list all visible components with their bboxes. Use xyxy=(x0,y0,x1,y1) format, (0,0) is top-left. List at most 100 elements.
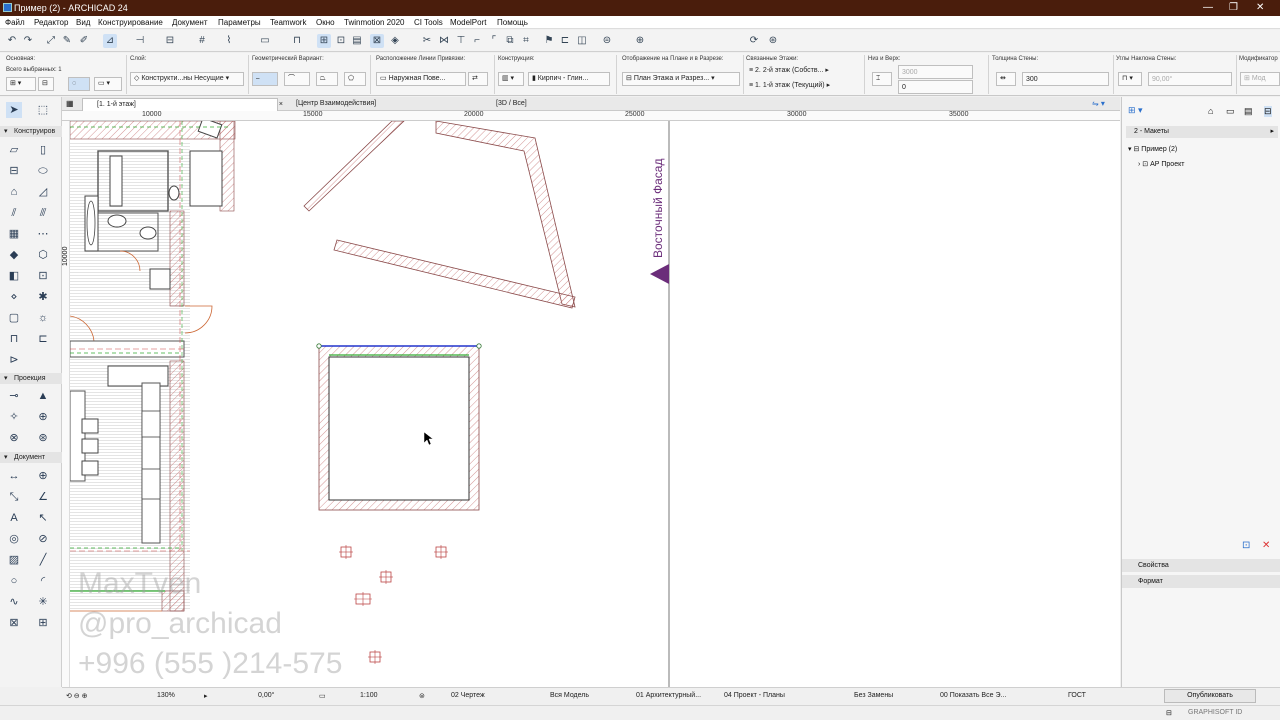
grid-snap-icon[interactable]: # xyxy=(195,34,209,48)
status-layout-icon[interactable]: ⊟ xyxy=(1166,709,1172,717)
trapezoid-geometry-button[interactable]: ⏢ xyxy=(316,72,338,86)
publish-button[interactable]: Опубликовать xyxy=(1164,689,1256,703)
camera-tool-icon[interactable]: ⊛ xyxy=(35,430,51,446)
lamp-tool-icon[interactable]: ☼ xyxy=(35,310,51,326)
hotspot-tool-icon[interactable]: ✳ xyxy=(35,594,51,610)
redo-icon[interactable]: ↷ xyxy=(21,34,35,48)
explode-icon[interactable]: ⌗ xyxy=(519,34,533,48)
intersect-icon[interactable]: ⌐ xyxy=(470,34,484,48)
polygon-geometry-button[interactable]: ⬠ xyxy=(344,72,366,86)
undo-icon[interactable]: ↶ xyxy=(5,34,19,48)
zoom-controls-icon[interactable]: ⟲ ⊖ ⊕ xyxy=(66,692,88,700)
publish-icon[interactable]: ⊜ xyxy=(600,34,614,48)
offset-icon[interactable]: ⧉ xyxy=(503,34,517,48)
3d-view-icon[interactable]: ◈ xyxy=(388,34,402,48)
angled-walls[interactable] xyxy=(303,121,576,309)
toolbox-section-design[interactable]: Конструиров xyxy=(0,126,62,137)
window-tool-icon[interactable]: ⊡ xyxy=(35,268,51,284)
lock-icon[interactable]: ⊓ xyxy=(290,34,304,48)
tab-3d-all[interactable]: [3D / Все] xyxy=(482,98,678,111)
mesh-tool-icon[interactable]: ⋯ xyxy=(35,226,51,242)
snap-guides-icon[interactable]: ⊣ xyxy=(133,34,147,48)
morph-tool-icon[interactable]: ◆ xyxy=(6,247,22,263)
dimension-tool-icon[interactable]: ↔ xyxy=(6,468,22,484)
section-tool-icon[interactable]: ⊸ xyxy=(6,388,22,404)
level-dimension-tool-icon[interactable]: ⊕ xyxy=(35,468,51,484)
curved-geometry-button[interactable]: ⌒ xyxy=(284,72,310,86)
scale-value[interactable]: 1:100 xyxy=(360,692,378,699)
column-tool-icon[interactable]: ▯ xyxy=(35,142,51,158)
fill-tool-icon[interactable]: ▨ xyxy=(6,552,22,568)
zoom-level[interactable]: 130% xyxy=(157,692,175,699)
pen-set-value[interactable]: 01 Архитектурный... xyxy=(636,692,701,699)
angle-dimension-tool-icon[interactable]: ∠ xyxy=(35,489,51,505)
menu-ci-tools[interactable]: CI Tools xyxy=(414,18,443,27)
slab-tool-icon[interactable]: ⬭ xyxy=(35,163,51,179)
wall-thickness-input[interactable] xyxy=(1022,72,1109,86)
wall-tool-settings-button[interactable]: ⊞ ▾ xyxy=(6,77,36,91)
flag-icon[interactable]: ⚑ xyxy=(542,34,556,48)
tree-root[interactable]: ▾ ⊟ Пример (2) xyxy=(1128,145,1177,153)
radial-dimension-tool-icon[interactable]: ⤡ xyxy=(6,489,22,505)
worksheet-tool-icon[interactable]: ⊕ xyxy=(35,409,51,425)
minimize-button[interactable]: — xyxy=(1203,2,1213,13)
dimension-value[interactable]: 04 Проект - Планы xyxy=(724,692,785,699)
layout-book-icon[interactable]: ▤ xyxy=(1244,106,1253,117)
view-map-icon[interactable]: ▭ xyxy=(1226,106,1235,117)
rotation-angle[interactable]: 0,00° xyxy=(258,692,274,699)
rendering-icon[interactable]: ⟳ xyxy=(747,34,761,48)
menu-teamwork[interactable]: Teamwork xyxy=(270,18,306,27)
modifier-field[interactable]: ⊞ Мод xyxy=(1240,72,1280,86)
layer-dropdown[interactable]: ◇ Конструкти...ны Несущие ▾ xyxy=(130,72,244,86)
square-room-walls[interactable] xyxy=(316,343,482,511)
linked-top-story[interactable]: ≡ 2. 2-й этаж (Собств... ▸ xyxy=(746,65,860,79)
roof-tool-icon[interactable]: ⌂ xyxy=(6,184,22,200)
opening-tool-icon[interactable]: ▢ xyxy=(6,310,22,326)
arc-tool-icon[interactable]: ◜ xyxy=(35,573,51,589)
close-panel-icon[interactable]: ✕ xyxy=(1262,540,1270,551)
menu-file[interactable]: Файл xyxy=(5,18,25,27)
arrow-tool-icon[interactable]: ➤ xyxy=(6,102,22,118)
menu-modelport[interactable]: ModelPort xyxy=(450,18,486,27)
adjust-icon[interactable]: ⊤ xyxy=(454,34,468,48)
shell-tool-icon[interactable]: ◿ xyxy=(35,184,51,200)
section-icon[interactable]: ⊡ xyxy=(334,34,348,48)
toolbox-section-viewpoint[interactable]: Проекция xyxy=(0,373,62,384)
marker-tool-icon[interactable]: ◎ xyxy=(6,531,22,547)
skylight-tool-icon[interactable]: ⋄ xyxy=(6,289,22,305)
graphisoft-id[interactable]: GRAPHISOFT ID xyxy=(1188,709,1242,716)
curtain-wall-tool-icon[interactable]: ▦ xyxy=(6,226,22,242)
structure-type-button[interactable]: ▥ ▾ xyxy=(498,72,524,86)
menu-design[interactable]: Конструирование xyxy=(98,18,163,27)
flip-ref-line-button[interactable]: ⇄ xyxy=(468,72,488,86)
zoom-dropdown-arrow[interactable]: ▸ xyxy=(204,692,208,700)
tab-overflow-icon[interactable]: ⇋ ▾ xyxy=(1092,99,1105,108)
elevation-tool-icon[interactable]: ▲ xyxy=(35,388,51,404)
slant-type-button[interactable]: ⊓ ▾ xyxy=(1118,72,1142,86)
standard-value[interactable]: ГОСТ xyxy=(1068,692,1086,699)
column-markers[interactable] xyxy=(339,545,448,664)
figure-tool-icon[interactable]: ⊘ xyxy=(35,531,51,547)
object-tool-icon[interactable]: ✱ xyxy=(35,289,51,305)
navigator-dropdown[interactable]: 2 - Макеты ▸ xyxy=(1126,126,1278,138)
override-value[interactable]: Без Замены xyxy=(854,692,893,699)
trim-icon[interactable]: ✂ xyxy=(420,34,434,48)
marquee-icon[interactable]: ◫ xyxy=(575,34,589,48)
inject-icon[interactable]: ✐ xyxy=(77,34,91,48)
menu-twinmotion[interactable]: Twinmotion 2020 xyxy=(344,18,404,27)
publisher-sets-icon[interactable]: ⊟ xyxy=(1264,106,1272,117)
wall-shape-dropdown[interactable]: ▭ ▾ xyxy=(94,77,122,91)
railing-tool-icon[interactable]: ⫻ xyxy=(35,205,51,221)
stair-tool-icon[interactable]: ⫽ xyxy=(6,205,22,221)
format-panel-header[interactable]: Формат xyxy=(1122,575,1280,588)
change-tool-icon[interactable]: ⊞ xyxy=(35,615,51,631)
corner-window-tool-icon[interactable]: ⊏ xyxy=(35,331,51,347)
close-window-button[interactable]: ✕ xyxy=(1256,2,1264,13)
drawing-tool-icon[interactable]: ⊠ xyxy=(6,615,22,631)
straight-geometry-button[interactable]: ⎯ xyxy=(252,72,278,86)
pick-up-icon[interactable]: ⤢ xyxy=(44,34,58,48)
floor-plan-canvas[interactable]: Восточный Фасад MaxTven @pro_archicad +9… xyxy=(70,121,1120,687)
door-tool-icon[interactable]: ◧ xyxy=(6,268,22,284)
gravity-icon[interactable]: ⊟ xyxy=(163,34,177,48)
menu-options[interactable]: Параметры xyxy=(218,18,261,27)
